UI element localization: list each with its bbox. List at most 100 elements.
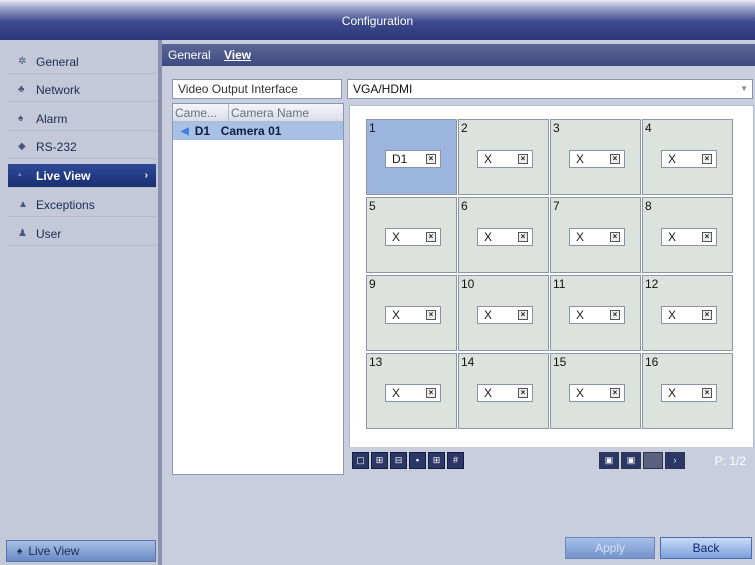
live-view-button[interactable]: ♠ Live View [6, 540, 156, 562]
close-icon[interactable]: × [702, 310, 712, 320]
sidebar-item-network[interactable]: ♣ Network [8, 78, 156, 102]
window-camera-chip[interactable]: X × [569, 384, 625, 402]
tab-general[interactable]: General [168, 48, 211, 62]
sidebar: ✲ General ♣ Network ♠ Alarm ◆ RS-232 ◦ L… [0, 40, 162, 565]
window-camera-chip[interactable]: X × [477, 384, 533, 402]
close-icon[interactable]: × [702, 388, 712, 398]
window-camera-chip[interactable]: X × [661, 150, 717, 168]
sidebar-item-alarm[interactable]: ♠ Alarm [8, 107, 156, 131]
chevron-right-icon: › [144, 170, 148, 181]
window-cell[interactable]: 5 X × [366, 197, 457, 273]
sidebar-item-label: General [36, 54, 79, 69]
camera-list-header: Came... Camera Name [173, 104, 343, 122]
sidebar-item-label: Exceptions [36, 197, 95, 212]
live-view-icon: ◦ [18, 170, 22, 181]
layout-6-button[interactable]: ⊟ [390, 452, 407, 469]
window-cell[interactable]: 10 X × [458, 275, 549, 351]
sidebar-item-label: RS-232 [36, 139, 77, 154]
window-cell[interactable]: 16 X × [642, 353, 733, 429]
stop-all-icon[interactable]: ▣ [621, 452, 641, 469]
window-camera-chip[interactable]: X × [661, 306, 717, 324]
window-camera-chip[interactable]: X × [569, 150, 625, 168]
video-output-select[interactable]: VGA/HDMI ▼ [347, 79, 753, 99]
sidebar-item-live-view[interactable]: ◦ Live View › [8, 164, 156, 188]
window-camera-chip[interactable]: X × [569, 228, 625, 246]
sidebar-item-label: Alarm [36, 111, 68, 126]
window-cell[interactable]: 11 X × [550, 275, 641, 351]
window-number: 6 [461, 199, 468, 213]
window-camera-chip[interactable]: X × [661, 384, 717, 402]
window-camera-chip[interactable]: X × [477, 306, 533, 324]
camera-name: Camera 01 [220, 124, 282, 138]
next-page-button[interactable]: › [665, 452, 685, 469]
close-icon[interactable]: × [610, 310, 620, 320]
window-camera-label: D1 [392, 152, 408, 166]
window-cell[interactable]: 3 X × [550, 119, 641, 195]
window-cell[interactable]: 4 X × [642, 119, 733, 195]
layout-9-button[interactable]: ⊞ [428, 452, 445, 469]
camera-list-row[interactable]: ◀ D1 Camera 01 [173, 122, 343, 140]
page-indicator: P: 1/2 [714, 454, 746, 468]
close-icon[interactable]: × [610, 232, 620, 242]
sidebar-item-exceptions[interactable]: ▲ Exceptions [8, 193, 156, 217]
column-header-camera-name[interactable]: Camera Name [229, 104, 309, 121]
user-icon: ♟ [18, 228, 27, 239]
sidebar-item-general[interactable]: ✲ General [8, 50, 156, 74]
prev-page-button[interactable] [643, 452, 663, 469]
window-camera-chip[interactable]: X × [385, 384, 441, 402]
network-icon: ♣ [18, 84, 25, 95]
window-camera-chip[interactable]: D1 × [385, 150, 441, 168]
window-number: 2 [461, 121, 468, 135]
window-cell[interactable]: 2 X × [458, 119, 549, 195]
close-icon[interactable]: × [518, 310, 528, 320]
window-cell[interactable]: 7 X × [550, 197, 641, 273]
window-number: 7 [553, 199, 560, 213]
window-camera-label: X [484, 386, 493, 400]
window-number: 12 [645, 277, 659, 291]
start-all-icon[interactable]: ▣ [599, 452, 619, 469]
close-icon[interactable]: × [518, 154, 528, 164]
window-camera-chip[interactable]: X × [477, 228, 533, 246]
window-cell[interactable]: 1 D1 × [366, 119, 457, 195]
window-camera-chip[interactable]: X × [477, 150, 533, 168]
close-icon[interactable]: × [426, 232, 436, 242]
close-icon[interactable]: × [610, 154, 620, 164]
close-icon[interactable]: × [702, 232, 712, 242]
layout-1-button[interactable]: ▢ [352, 452, 369, 469]
close-icon[interactable]: × [426, 388, 436, 398]
window-camera-chip[interactable]: X × [569, 306, 625, 324]
main-content: General View Video Output Interface VGA/… [162, 40, 755, 565]
close-icon[interactable]: × [518, 388, 528, 398]
window-cell[interactable]: 6 X × [458, 197, 549, 273]
sidebar-item-rs232[interactable]: ◆ RS-232 [8, 135, 156, 159]
video-output-label: Video Output Interface [172, 79, 342, 99]
window-camera-chip[interactable]: X × [661, 228, 717, 246]
alarm-icon: ♠ [18, 113, 24, 124]
window-camera-label: X [576, 230, 585, 244]
layout-4-button[interactable]: ⊞ [371, 452, 388, 469]
window-cell[interactable]: 12 X × [642, 275, 733, 351]
close-icon[interactable]: × [518, 232, 528, 242]
window-camera-chip[interactable]: X × [385, 306, 441, 324]
layout-16-button[interactable]: # [447, 452, 464, 469]
camera-list: Came... Camera Name ◀ D1 Camera 01 [172, 103, 344, 475]
tab-bar: General View [162, 44, 755, 66]
close-icon[interactable]: × [426, 154, 436, 164]
column-header-camera-id[interactable]: Came... [173, 104, 229, 121]
back-button[interactable]: Back [660, 537, 752, 559]
layout-8-button[interactable]: ▪ [409, 452, 426, 469]
close-icon[interactable]: × [610, 388, 620, 398]
close-icon[interactable]: × [426, 310, 436, 320]
camera-icon: ◀ [181, 125, 189, 137]
sidebar-item-user[interactable]: ♟ User [8, 222, 156, 246]
window-cell[interactable]: 13 X × [366, 353, 457, 429]
window-cell[interactable]: 15 X × [550, 353, 641, 429]
window-cell[interactable]: 9 X × [366, 275, 457, 351]
window-cell[interactable]: 14 X × [458, 353, 549, 429]
window-cell[interactable]: 8 X × [642, 197, 733, 273]
window-camera-label: X [392, 308, 401, 322]
window-camera-chip[interactable]: X × [385, 228, 441, 246]
close-icon[interactable]: × [702, 154, 712, 164]
apply-button[interactable]: Apply [565, 537, 655, 559]
tab-view[interactable]: View [224, 48, 251, 62]
